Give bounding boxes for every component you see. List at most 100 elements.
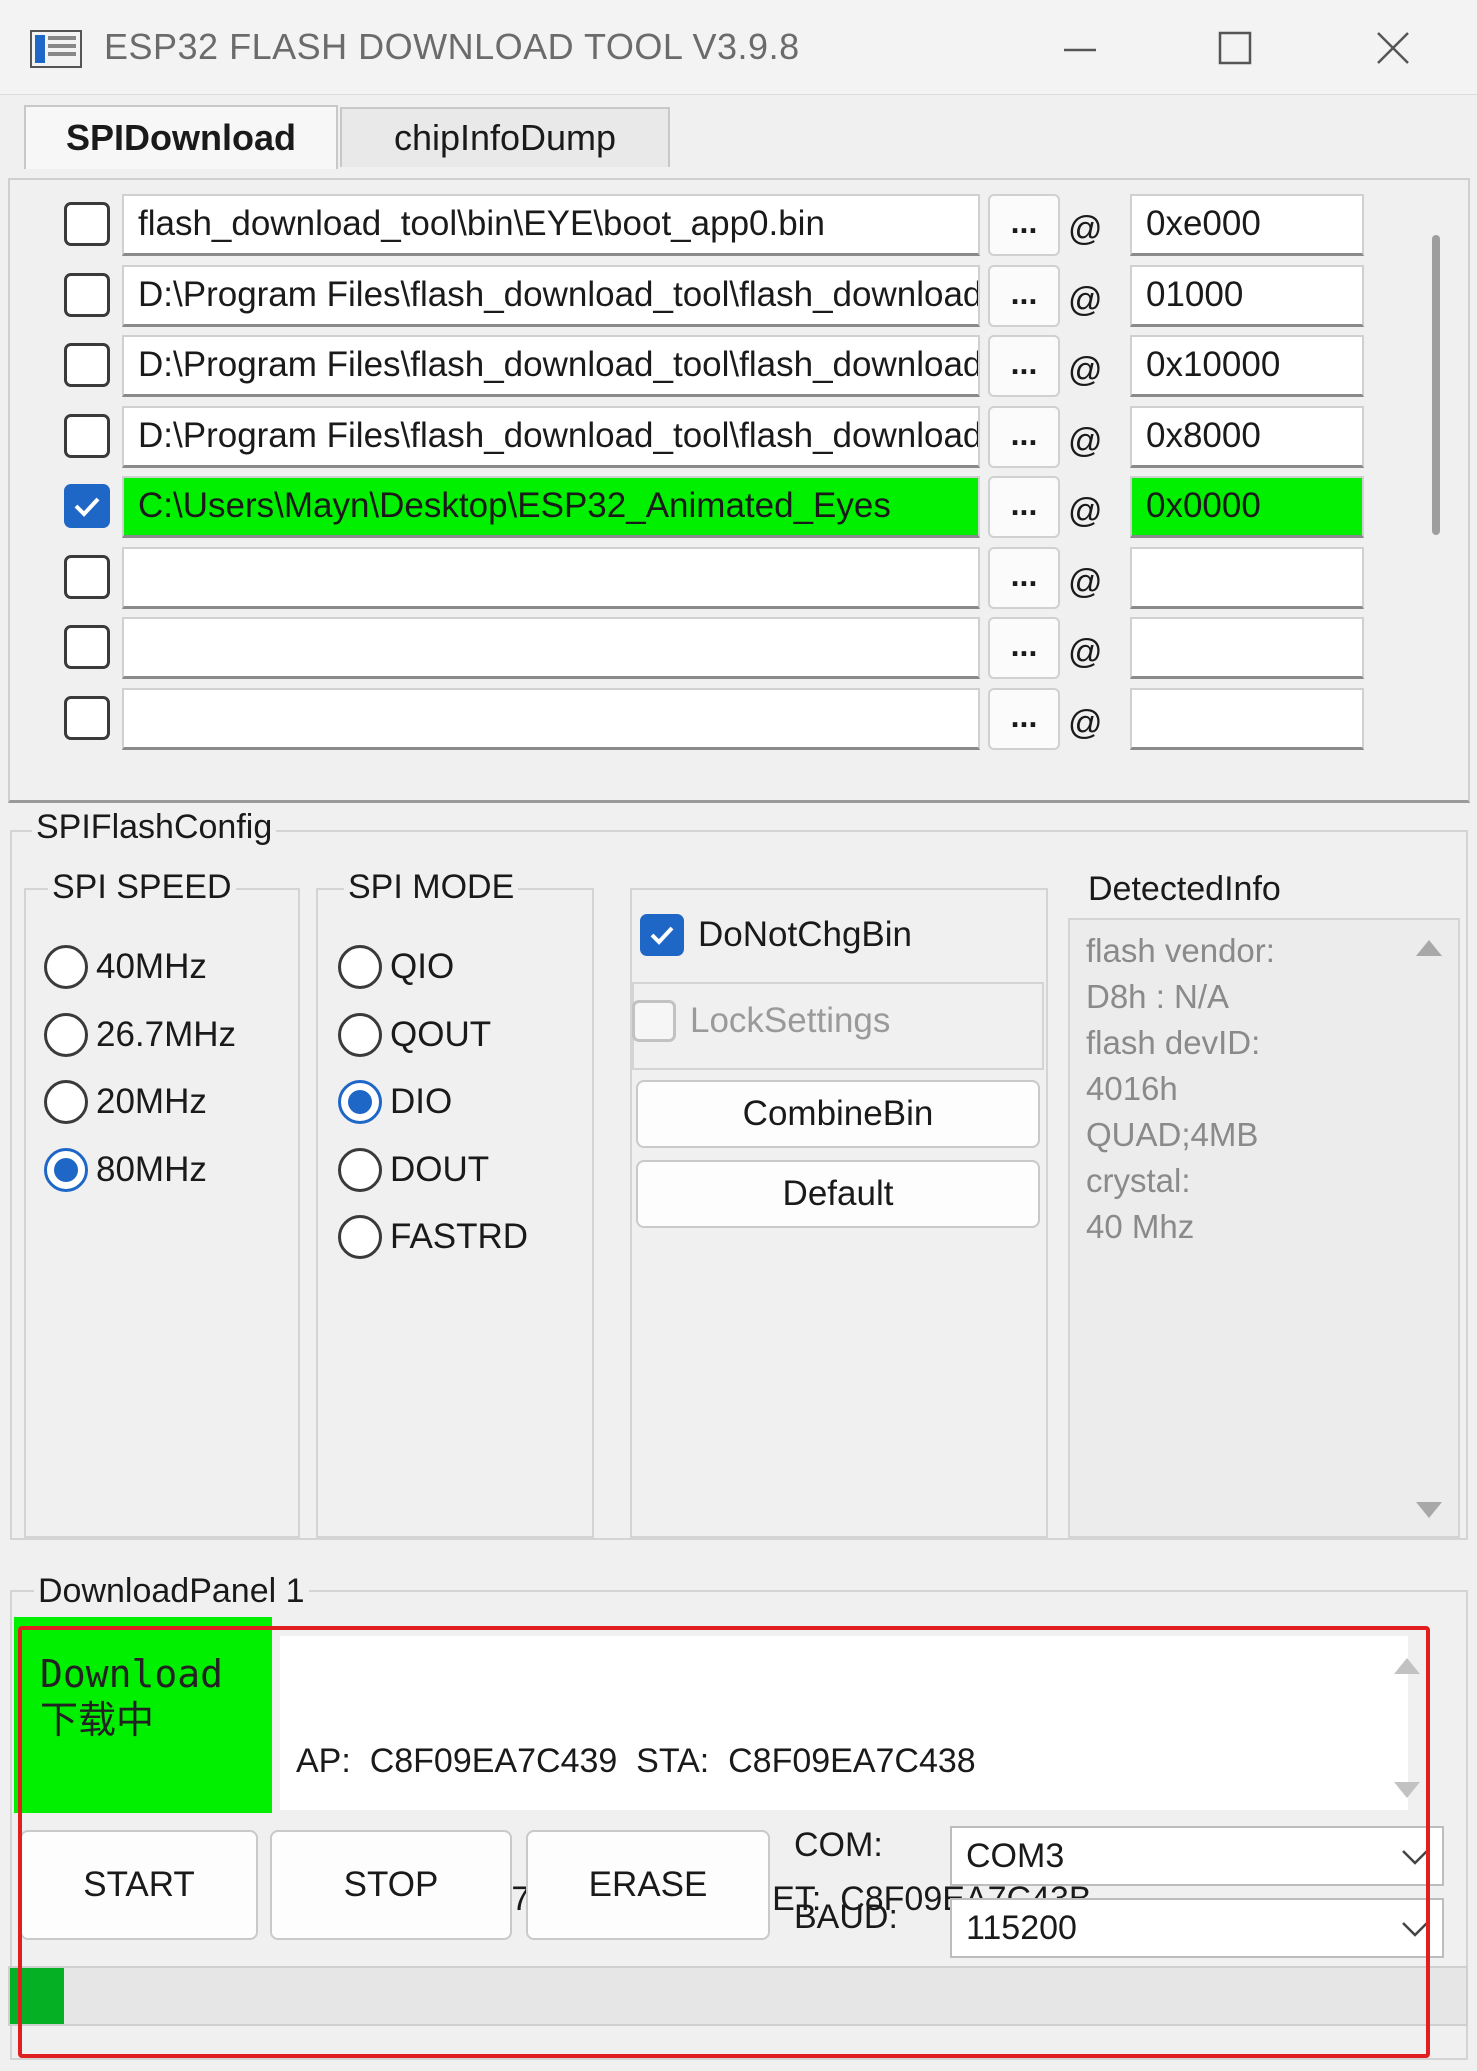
file-enable-checkbox[interactable]	[64, 413, 110, 458]
at-label: @	[1068, 210, 1103, 248]
radio-button[interactable]	[338, 1012, 382, 1057]
close-button[interactable]	[1358, 20, 1428, 76]
download-status: Download 下载中	[14, 1617, 272, 1813]
tab-spidownload[interactable]: SPIDownload	[24, 105, 338, 169]
browse-button[interactable]: ...	[988, 476, 1060, 538]
tab-chipinfodump[interactable]: chipInfoDump	[340, 107, 670, 167]
radio-button[interactable]	[338, 1080, 382, 1124]
mac-info-box: AP: C8F09EA7C439 STA: C8F09EA7C438 BT: C…	[280, 1636, 1420, 1918]
spi-speed-option[interactable]: 40MHz	[44, 942, 207, 992]
baud-value: 115200	[966, 1909, 1077, 1947]
detected-info-line: crystal:	[1086, 1162, 1191, 1199]
flash-address-input[interactable]: 0xe000	[1130, 194, 1364, 256]
progress-fill	[10, 1968, 64, 2024]
at-label: @	[1068, 703, 1103, 742]
lock-settings-box[interactable]	[632, 1000, 676, 1042]
browse-button[interactable]: ...	[988, 264, 1060, 327]
flash-address-input[interactable]	[1130, 617, 1364, 679]
file-path-input[interactable]: D:\Program Files\flash_download_tool\fla…	[122, 335, 980, 397]
lock-settings-checkbox[interactable]: LockSettings	[632, 1000, 890, 1042]
stop-button[interactable]: STOP	[270, 1830, 512, 1940]
browse-button[interactable]: ...	[988, 194, 1060, 256]
browse-button[interactable]: ...	[988, 546, 1060, 609]
title-bar: ESP32 FLASH DOWNLOAD TOOL V3.9.8	[0, 0, 1477, 95]
detected-info-title: DetectedInfo	[1084, 870, 1285, 909]
at-label: @	[1068, 492, 1103, 530]
flash-address-input[interactable]: 0x0000	[1130, 476, 1364, 538]
scroll-down-icon[interactable]	[1414, 1500, 1444, 1520]
browse-button[interactable]: ...	[988, 687, 1060, 750]
maximize-icon	[1218, 31, 1252, 65]
file-path-input[interactable]: D:\Program Files\flash_download_tool\fla…	[122, 264, 980, 327]
download-status-text-cn: 下载中	[40, 1698, 155, 1742]
browse-button[interactable]: ...	[988, 617, 1060, 679]
spi-speed-option[interactable]: 20MHz	[44, 1077, 207, 1127]
spi-speed-option[interactable]: 26.7MHz	[44, 1010, 236, 1060]
flash-address-input[interactable]: 0x10000	[1130, 335, 1364, 397]
browse-button[interactable]: ...	[988, 405, 1060, 468]
do-not-chg-bin-label: DoNotChgBin	[698, 915, 912, 954]
at-label: @	[1068, 633, 1103, 671]
radio-button[interactable]	[44, 1147, 88, 1192]
spi-mode-option[interactable]: QIO	[338, 942, 454, 992]
spi-speed-title: SPI SPEED	[48, 868, 236, 907]
file-path-input[interactable]: flash_download_tool\bin\EYE\boot_app0.bi…	[122, 194, 980, 256]
spi-mode-option[interactable]: DIO	[338, 1077, 452, 1127]
radio-button[interactable]	[44, 945, 88, 989]
file-enable-checkbox[interactable]	[64, 484, 110, 528]
file-enable-checkbox[interactable]	[64, 554, 110, 599]
file-list-scrollbar[interactable]	[1432, 235, 1440, 535]
scroll-down-icon[interactable]	[1392, 1780, 1422, 1800]
mac-line: AP: C8F09EA7C439 STA: C8F09EA7C438	[296, 1742, 976, 1780]
radio-button[interactable]	[338, 1147, 382, 1192]
file-path-input[interactable]: D:\Program Files\flash_download_tool\fla…	[122, 405, 980, 468]
spi-mode-option-label: QOUT	[390, 1014, 492, 1054]
tab-bar: SPIDownload chipInfoDump	[0, 95, 1477, 175]
spi-mode-option[interactable]: FASTRD	[338, 1212, 528, 1262]
spi-speed-option-label: 40MHz	[96, 947, 207, 986]
baud-select[interactable]: 115200	[950, 1898, 1444, 1958]
radio-button[interactable]	[338, 945, 382, 989]
download-panel-title: DownloadPanel 1	[34, 1572, 309, 1611]
flash-address-input[interactable]	[1130, 687, 1364, 750]
file-enable-checkbox[interactable]	[64, 625, 110, 669]
radio-button[interactable]	[44, 1080, 88, 1124]
scroll-up-icon[interactable]	[1414, 938, 1444, 958]
file-enable-checkbox[interactable]	[64, 695, 110, 740]
spi-speed-option-label: 20MHz	[96, 1082, 207, 1121]
spi-mode-option-label: DIO	[390, 1082, 453, 1121]
minimize-button[interactable]	[1045, 20, 1115, 76]
file-enable-checkbox[interactable]	[64, 202, 110, 246]
start-button[interactable]: START	[20, 1830, 258, 1940]
radio-button[interactable]	[338, 1215, 382, 1259]
at-label: @	[1068, 562, 1103, 601]
flash-address-input[interactable]: 0x8000	[1130, 405, 1364, 468]
maximize-button[interactable]	[1200, 20, 1270, 76]
file-row: ... @	[10, 613, 1410, 683]
file-enable-checkbox[interactable]	[64, 272, 110, 317]
file-row: flash_download_tool\bin\EYE\boot_app0.bi…	[10, 190, 1410, 260]
browse-button[interactable]: ...	[988, 335, 1060, 397]
flash-address-input[interactable]	[1130, 546, 1364, 609]
combine-bin-button[interactable]: CombineBin	[636, 1080, 1040, 1148]
com-select[interactable]: COM3	[950, 1826, 1444, 1886]
default-button[interactable]: Default	[636, 1160, 1040, 1228]
spi-mode-option-label: FASTRD	[390, 1217, 529, 1256]
file-enable-checkbox[interactable]	[64, 343, 110, 387]
flash-address-input[interactable]: 01000	[1130, 264, 1364, 327]
file-path-input[interactable]	[122, 687, 980, 750]
app-icon	[30, 30, 82, 68]
do-not-chg-bin-box[interactable]	[640, 914, 684, 956]
spi-mode-option[interactable]: DOUT	[338, 1145, 489, 1195]
spi-speed-option-label: 80MHz	[96, 1149, 207, 1189]
file-path-input[interactable]: C:\Users\Mayn\Desktop\ESP32_Animated_Eye…	[122, 476, 980, 538]
spi-mode-option[interactable]: QOUT	[338, 1010, 491, 1060]
spi-speed-option[interactable]: 80MHz	[44, 1145, 207, 1195]
erase-button[interactable]: ERASE	[526, 1830, 770, 1940]
baud-label: BAUD:	[794, 1898, 898, 1936]
file-path-input[interactable]	[122, 617, 980, 679]
file-path-input[interactable]	[122, 546, 980, 609]
scroll-up-icon[interactable]	[1392, 1656, 1422, 1676]
do-not-chg-bin-checkbox[interactable]: DoNotChgBin	[640, 914, 912, 956]
radio-button[interactable]	[44, 1012, 88, 1057]
